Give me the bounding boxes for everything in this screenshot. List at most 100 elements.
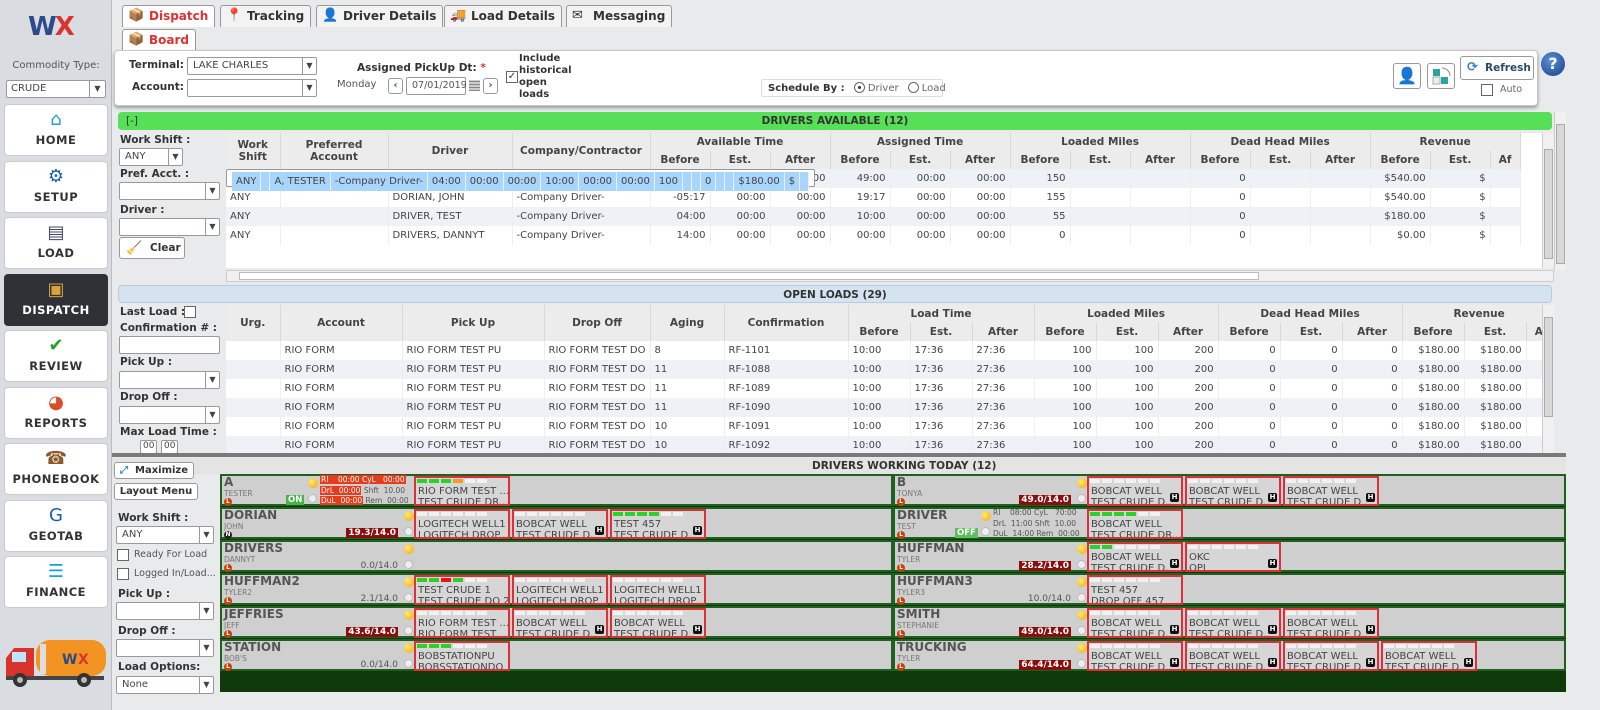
column-header[interactable]: Est.: [1430, 151, 1491, 169]
column-header[interactable]: Est.: [890, 151, 951, 169]
column-header[interactable]: Before: [848, 323, 911, 341]
wt-dropoff-select[interactable]: ▼: [116, 639, 214, 657]
driver-profile-button[interactable]: 👤: [1393, 63, 1421, 89]
table-row[interactable]: ANY DRIVERS, DANNYT -Company Driver- 14:00 0…: [226, 226, 1521, 245]
open-loads-vscroll[interactable]: [1542, 305, 1554, 453]
ready-for-load-checkbox[interactable]: [117, 549, 129, 561]
include-historical-checkbox[interactable]: ✓: [506, 71, 518, 83]
load-card[interactable]: BOBCAT WELL TEST CRUDE D.. H: [1185, 641, 1281, 671]
column-header[interactable]: Est.: [710, 151, 771, 169]
tab-driver-details[interactable]: 👤 Driver Details: [316, 5, 444, 27]
driver-row[interactable]: STATION BOB'S L 0.0/14.0 BOBSTATIONPU BOBSSTA…: [220, 639, 893, 671]
pref-acct-select[interactable]: ▼: [119, 182, 220, 200]
sidebar-item-setup[interactable]: ⚙ SETUP: [4, 160, 108, 213]
layout-toggle-button[interactable]: [1427, 63, 1455, 89]
load-card[interactable]: BOBCAT WELL TEST CRUDE D.. H: [1087, 542, 1183, 572]
column-header[interactable]: Account: [280, 305, 403, 341]
load-card[interactable]: LOGITECH WELL1 LOGITECH DROP...: [512, 575, 608, 605]
help-icon[interactable]: ?: [1541, 52, 1565, 76]
account-select[interactable]: ▼: [187, 79, 317, 97]
column-header[interactable]: Preferred Account: [280, 133, 389, 169]
load-card[interactable]: BOBCAT WELL TEST CRUDE D.. H: [1087, 641, 1183, 671]
sidebar-item-phonebook[interactable]: ☎ PHONEBOOK: [4, 443, 108, 495]
column-header[interactable]: Est.: [1070, 151, 1131, 169]
column-header[interactable]: Est.: [1096, 323, 1159, 341]
load-card[interactable]: TEST 457 DROP OFF 457: [1087, 575, 1183, 605]
auto-refresh-checkbox[interactable]: [1481, 84, 1493, 96]
column-header[interactable]: After: [1130, 151, 1191, 169]
sidebar-item-home[interactable]: ⌂ HOME: [4, 104, 108, 156]
load-options-select[interactable]: None ▼: [116, 676, 214, 694]
column-header[interactable]: Urg.: [226, 305, 281, 341]
load-card[interactable]: BOBCAT WELL TEST CRUDE D.. H: [1283, 608, 1379, 638]
column-header[interactable]: Est.: [1250, 151, 1311, 169]
column-header[interactable]: After: [770, 151, 831, 169]
tab-board[interactable]: 📦 Board: [122, 29, 196, 51]
dropoff-filter-select[interactable]: ▼: [119, 406, 220, 424]
column-header[interactable]: Est.: [1464, 323, 1527, 341]
column-header[interactable]: Before: [830, 151, 891, 169]
column-header[interactable]: Est.: [1280, 323, 1343, 341]
table-row[interactable]: RIO FORM RIO FORM TEST PU RIO FORM TEST DO…: [226, 417, 1542, 436]
table-row[interactable]: RIO FORM RIO FORM TEST PU RIO FORM TEST DO…: [226, 379, 1542, 398]
column-header[interactable]: Drop Off: [544, 305, 651, 341]
load-card[interactable]: BOBCAT WELL TEST CRUDE D.. H: [1283, 641, 1379, 671]
tab-messaging[interactable]: ✉ Messaging: [566, 5, 673, 27]
load-card[interactable]: BOBCAT WELL TEST CRUDE D.. H: [1087, 608, 1183, 638]
load-card[interactable]: BOBSTATIONPU BOBSSTATIONDO: [414, 641, 510, 671]
column-header[interactable]: Confirmation: [724, 305, 849, 341]
sidebar-item-finance[interactable]: ☰ FINANCE: [4, 556, 108, 608]
column-header[interactable]: Est.: [910, 323, 973, 341]
open-loads-header[interactable]: OPEN LOADS (29): [118, 285, 1552, 303]
column-header[interactable]: Before: [1034, 323, 1097, 341]
column-header[interactable]: Before: [1218, 323, 1281, 341]
commodity-type-select[interactable]: CRUDE ▼: [6, 80, 106, 98]
table-row[interactable]: RIO FORM RIO FORM TEST PU RIO FORM TEST DO…: [226, 398, 1542, 417]
pickup-filter-select[interactable]: ▼: [119, 371, 220, 389]
terminal-select[interactable]: LAKE CHARLES ▼: [187, 57, 317, 75]
load-card[interactable]: BOBCAT WELL TEST CRUDE D.. H: [1185, 476, 1281, 506]
pickup-date-input[interactable]: 07/01/2019: [406, 77, 467, 95]
column-header[interactable]: After: [950, 151, 1011, 169]
load-card[interactable]: RIO FORM TEST ... RIO FORM TEST ...: [414, 608, 510, 638]
load-card[interactable]: OKC OPI H: [1185, 542, 1281, 572]
driver-row[interactable]: HUFFMAN3 TYLER3 L 10.0/14.0 TEST 457 DROP OFF…: [893, 573, 1566, 605]
confirmation-input[interactable]: [119, 336, 220, 354]
load-card[interactable]: LOGITECH WELL1 LOGITECH DROP...: [414, 509, 510, 539]
load-card[interactable]: TEST CRUDE 1 TEST CRUDE DO 2: [414, 575, 510, 605]
load-card[interactable]: LOGITECH WELL1 LOGITECH DROP...: [610, 575, 706, 605]
column-header[interactable]: After: [972, 323, 1035, 341]
collapse-toggle[interactable]: [-]: [126, 112, 138, 130]
driver-row[interactable]: SMITH STEPHANIE L 49.0/14.0 BOBCAT WELL TEST …: [893, 606, 1566, 638]
load-card[interactable]: TEST 457 TEST CRUDE D.. H: [610, 509, 706, 539]
column-header[interactable]: Before: [1370, 151, 1431, 169]
table-row[interactable]: ANY A, TESTER -Company Driver- 04:00 00:00 00…: [226, 169, 816, 191]
column-header[interactable]: Company/Contractor: [512, 133, 651, 169]
load-card[interactable]: BOBCAT WELL TEST CRUDE DR...: [1087, 509, 1183, 539]
prev-date-button[interactable]: ‹: [388, 78, 403, 94]
sidebar-item-dispatch[interactable]: ▣ DISPATCH: [4, 273, 108, 326]
wt-work-shift-select[interactable]: ANY ▼: [116, 526, 214, 544]
splitter[interactable]: [112, 453, 1566, 457]
column-header[interactable]: Before: [1010, 151, 1071, 169]
column-header[interactable]: Af: [1490, 151, 1521, 169]
tab-tracking[interactable]: 📍 Tracking: [220, 5, 312, 27]
column-header[interactable]: After: [1310, 151, 1371, 169]
load-card[interactable]: BOBCAT WELL TEST CRUDE D.. H: [1087, 476, 1183, 506]
tab-dispatch[interactable]: 📦 Dispatch: [122, 5, 216, 27]
drivers-table-vscroll[interactable]: [1542, 133, 1554, 268]
column-header[interactable]: Aging: [650, 305, 725, 341]
column-header[interactable]: Driver: [388, 133, 513, 169]
wt-pickup-select[interactable]: ▼: [116, 602, 214, 620]
table-row[interactable]: ANY DRIVER, TEST -Company Driver- 04:00 00:0…: [226, 207, 1521, 226]
column-header[interactable]: Af: [1526, 323, 1542, 341]
load-card[interactable]: RIO FORM TEST ... TEST CRUDE DR...: [414, 476, 510, 506]
column-header[interactable]: After: [1342, 323, 1403, 341]
load-card[interactable]: BOBCAT WELL TEST CRUDE D.. H: [512, 608, 608, 638]
work-shift-select[interactable]: ANY ▼: [119, 148, 183, 166]
schedule-load-radio[interactable]: [907, 82, 919, 93]
load-card[interactable]: BOBCAT WELL TEST CRUDE D.. H: [1381, 641, 1477, 671]
driver-row[interactable]: TRUCKING TYLER L 64.4/14.0 BOBCAT WELL TEST C…: [893, 639, 1566, 671]
driver-row[interactable]: A TESTER L RI 00:00 CyL 00:00 DrL 00:00 Shft…: [220, 474, 893, 506]
drivers-table-hscroll[interactable]: [226, 270, 1554, 282]
